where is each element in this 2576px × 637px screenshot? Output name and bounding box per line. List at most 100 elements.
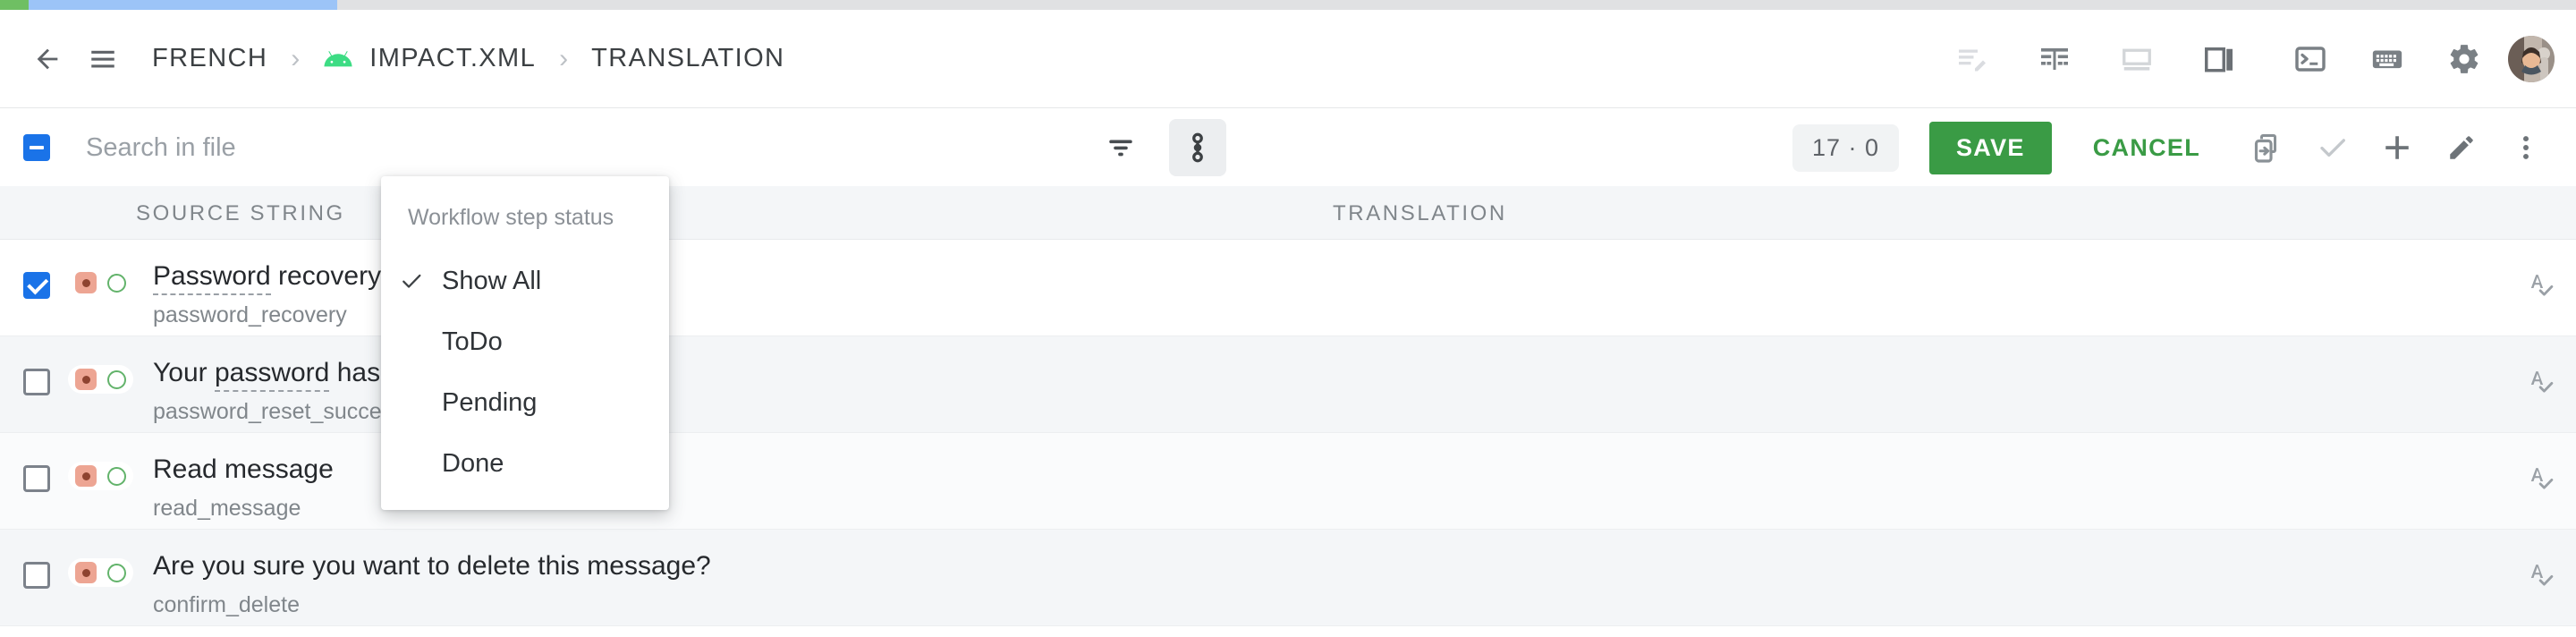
- terminal-icon: [2295, 46, 2326, 72]
- workflow-status-icon[interactable]: [107, 466, 126, 486]
- spellcheck-icon: [2530, 275, 2554, 296]
- spellcheck-word: Password: [153, 261, 271, 295]
- file-toolbar: 17 · 0 SAVE CANCEL: [0, 109, 2576, 186]
- source-string-text: Are you sure you want to delete this mes…: [153, 551, 711, 581]
- keyboard-icon: [2372, 50, 2402, 68]
- page-progress-bar: [0, 0, 2576, 10]
- breadcrumb-separator: ›: [291, 43, 301, 73]
- breadcrumb: FRENCH › IMPACT.XML › TRANSLATION: [0, 31, 784, 87]
- spellcheck-button[interactable]: [2524, 268, 2555, 303]
- search-input[interactable]: [86, 125, 551, 170]
- copy-to-device-button[interactable]: [2240, 119, 2297, 176]
- workflow-step-status-button[interactable]: [1168, 119, 1226, 176]
- menu-item-todo[interactable]: ToDo: [381, 311, 669, 372]
- workflow-status-icon[interactable]: [107, 563, 126, 582]
- app-header: FRENCH › IMPACT.XML › TRANSLATION: [0, 10, 2576, 108]
- table-layout-button[interactable]: [2027, 31, 2082, 87]
- workflow-chain-icon: [1192, 132, 1203, 163]
- source-key: password_recovery: [153, 302, 347, 327]
- row-status-indicators: [68, 462, 133, 490]
- plus-icon: [2385, 136, 2409, 159]
- row-status-indicators: [68, 365, 133, 394]
- filter-button[interactable]: [1092, 119, 1149, 176]
- validation-status-icon[interactable]: [75, 562, 97, 583]
- settings-button[interactable]: [2436, 31, 2492, 87]
- validation-status-icon[interactable]: [75, 465, 97, 487]
- workflow-status-icon[interactable]: [107, 273, 126, 293]
- spellcheck-button[interactable]: [2524, 365, 2555, 400]
- breadcrumb-item-translation[interactable]: TRANSLATION: [591, 44, 784, 73]
- vertical-split-button[interactable]: [2191, 31, 2247, 87]
- copy-to-device-icon: [2254, 134, 2277, 163]
- terminal-button[interactable]: [2283, 31, 2338, 87]
- table-row[interactable]: Are you sure you want to delete this mes…: [0, 530, 2576, 626]
- add-button[interactable]: [2368, 119, 2426, 176]
- menu-item-done[interactable]: Done: [381, 433, 669, 494]
- header-actions: [1945, 31, 2576, 87]
- filter-icon: [1109, 140, 1132, 157]
- user-avatar[interactable]: [2508, 35, 2555, 82]
- spellcheck-button[interactable]: [2524, 462, 2555, 497]
- source-string-text: Read message: [153, 454, 334, 484]
- horizontal-split-icon: [2123, 48, 2151, 71]
- hamburger-menu-button[interactable]: [75, 31, 131, 87]
- spellcheck-icon: [2530, 468, 2554, 489]
- breadcrumb-item-impact-xml[interactable]: IMPACT.XML: [323, 44, 536, 74]
- menu-title: Workflow step status: [408, 205, 614, 230]
- source-string-text: Password recovery: [153, 259, 381, 295]
- vertical-split-icon: [2205, 47, 2233, 72]
- check-icon: [2320, 139, 2345, 157]
- android-icon: [323, 44, 353, 74]
- arrow-left-icon: [37, 48, 58, 69]
- menu-item-label: Show All: [442, 266, 542, 295]
- spellcheck-word: password: [214, 358, 330, 392]
- check-icon: [399, 268, 435, 293]
- menu-item-label: Pending: [442, 387, 538, 417]
- source-key: confirm_delete: [153, 591, 300, 617]
- breadcrumb-label: FRENCH: [152, 44, 268, 72]
- row-status-indicators: [68, 268, 133, 297]
- row-checkbox[interactable]: [23, 562, 50, 589]
- back-button[interactable]: [20, 31, 75, 87]
- keyboard-button[interactable]: [2360, 31, 2415, 87]
- more-options-button[interactable]: [2497, 119, 2555, 176]
- column-header-source-string: SOURCE STRING: [136, 201, 345, 225]
- workflow-step-status-menu: Workflow step status Show All ToDo Pendi…: [381, 176, 669, 510]
- menu-item-pending[interactable]: Pending: [381, 372, 669, 433]
- select-all-checkbox[interactable]: [23, 134, 50, 161]
- cancel-button[interactable]: CANCEL: [2070, 122, 2224, 174]
- spellcheck-button[interactable]: [2524, 558, 2555, 593]
- validation-status-icon[interactable]: [75, 272, 97, 293]
- spellcheck-icon: [2530, 565, 2554, 586]
- table-layout-icon: [2041, 47, 2068, 70]
- breadcrumb-label: IMPACT.XML: [369, 44, 537, 72]
- menu-item-label: ToDo: [442, 327, 503, 356]
- approve-button[interactable]: [2304, 119, 2361, 176]
- progress-segment-blue: [29, 0, 337, 10]
- validation-status-icon[interactable]: [75, 369, 97, 390]
- row-status-indicators: [68, 558, 133, 587]
- more-vert-icon: [2523, 136, 2529, 159]
- source-cell: Read message read_message: [153, 453, 334, 522]
- menu-item-label: Done: [442, 448, 504, 478]
- source-key: read_message: [153, 495, 301, 521]
- row-checkbox[interactable]: [23, 465, 50, 492]
- edit-text-button[interactable]: [1945, 31, 2000, 87]
- menu-item-show-all[interactable]: Show All: [381, 251, 669, 311]
- workflow-status-icon[interactable]: [107, 369, 126, 389]
- source-cell: Are you sure you want to delete this mes…: [153, 549, 711, 618]
- row-checkbox[interactable]: [23, 369, 50, 395]
- row-checkbox[interactable]: [23, 272, 50, 299]
- edit-text-icon: [1959, 49, 1986, 71]
- breadcrumb-separator: ›: [559, 43, 569, 73]
- progress-segment-green: [0, 0, 29, 10]
- edit-button[interactable]: [2433, 119, 2490, 176]
- horizontal-split-button[interactable]: [2109, 31, 2165, 87]
- save-button[interactable]: SAVE: [1928, 121, 2052, 174]
- string-count-badge: 17 · 0: [1792, 123, 1899, 172]
- column-header-translation: TRANSLATION: [1333, 201, 1507, 225]
- source-cell: Password recovery password_recovery: [153, 259, 381, 328]
- spellcheck-icon: [2530, 371, 2554, 393]
- breadcrumb-item-french[interactable]: FRENCH: [152, 44, 267, 73]
- gear-icon: [2450, 44, 2479, 73]
